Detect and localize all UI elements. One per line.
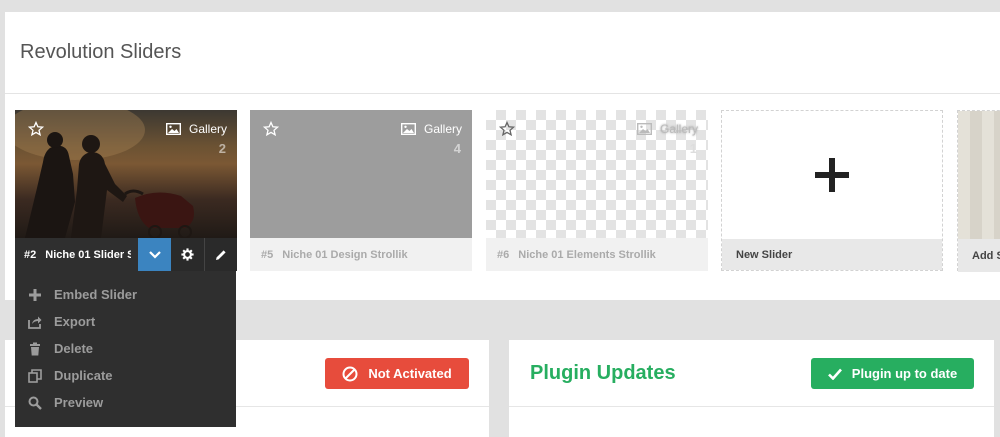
ban-icon xyxy=(342,366,358,381)
slider-actions-menu: Embed Slider Export Delete Duplicate Pre… xyxy=(15,271,236,427)
favorite-star-icon[interactable] xyxy=(499,121,515,137)
slider-tile-6[interactable]: Gallery 1 #6 Niche 01 Elements Strollik xyxy=(486,110,708,271)
menu-item-delete[interactable]: Delete xyxy=(15,335,236,362)
slider-number: #2 xyxy=(24,248,37,261)
image-icon xyxy=(400,123,416,135)
activation-status-label: Not Activated xyxy=(368,366,452,381)
menu-item-label: Duplicate xyxy=(54,368,113,383)
slider-type: Gallery xyxy=(400,122,462,136)
chevron-down-icon xyxy=(148,250,161,259)
page-title: Revolution Sliders xyxy=(20,41,182,63)
add-slider-caption: Add Slider xyxy=(958,239,1000,272)
slide-count: 1 xyxy=(689,141,697,156)
slider-thumbnail[interactable]: Gallery 2 xyxy=(15,110,237,238)
slide-count: 2 xyxy=(218,141,226,156)
menu-item-label: Delete xyxy=(54,341,94,356)
slider-edit-button[interactable] xyxy=(204,238,237,271)
slider-menu-toggle-button[interactable] xyxy=(138,238,171,271)
slider-tile-2[interactable]: Gallery 2 #2 Niche 01 Slider Strollik xyxy=(15,110,237,271)
slider-settings-button[interactable] xyxy=(171,238,204,271)
slider-type-label: Gallery xyxy=(423,122,462,136)
title-bar: Revolution Sliders xyxy=(5,12,1000,94)
slider-name: Niche 01 Elements Strollik xyxy=(518,248,656,261)
duplicate-icon xyxy=(28,368,42,383)
add-slider-tile[interactable]: Add Slider xyxy=(957,110,1000,272)
slider-caption: #2 Niche 01 Slider Strollik xyxy=(15,238,237,271)
gear-icon xyxy=(181,248,194,261)
update-status-label: Plugin up to date xyxy=(851,366,958,381)
slider-type-label: Gallery xyxy=(659,122,698,136)
trash-icon xyxy=(30,342,40,355)
panel-divider xyxy=(509,406,994,407)
menu-item-preview[interactable]: Preview xyxy=(15,389,236,416)
plus-icon xyxy=(815,158,849,192)
favorite-star-icon[interactable] xyxy=(263,121,279,137)
new-slider-label: New Slider xyxy=(736,248,793,261)
checkmark-icon xyxy=(827,368,842,380)
add-slider-thumbnail[interactable] xyxy=(958,111,1000,239)
image-icon xyxy=(636,123,652,135)
search-icon xyxy=(28,396,42,410)
slider-type: Gallery xyxy=(165,122,227,136)
slider-type-label: Gallery xyxy=(188,122,227,136)
favorite-star-icon[interactable] xyxy=(28,121,44,137)
new-slider-tile[interactable]: New Slider xyxy=(721,110,943,271)
slider-name: Niche 01 Design Strollik xyxy=(282,248,408,261)
menu-item-label: Export xyxy=(54,314,96,329)
slide-count: 4 xyxy=(453,141,461,156)
plus-icon xyxy=(29,288,41,301)
menu-item-label: Embed Slider xyxy=(54,287,138,302)
slider-tile-5[interactable]: Gallery 4 #5 Niche 01 Design Strollik xyxy=(250,110,472,271)
plugin-updates-title: Plugin Updates xyxy=(530,362,676,384)
plugin-updates-panel: Plugin Updates Plugin up to date xyxy=(509,340,994,437)
menu-item-export[interactable]: Export xyxy=(15,308,236,335)
new-slider-caption: New Slider xyxy=(722,239,942,270)
new-slider-area[interactable] xyxy=(722,111,942,239)
menu-item-duplicate[interactable]: Duplicate xyxy=(15,362,236,389)
slider-thumbnail[interactable]: Gallery 4 xyxy=(250,110,472,238)
menu-item-label: Preview xyxy=(54,395,104,410)
sliders-panel: Revolution Sliders Gallery 2 #2 Niche 01… xyxy=(5,12,1000,300)
slider-caption: #6 Niche 01 Elements Strollik xyxy=(486,238,708,271)
slider-number: #5 xyxy=(261,248,274,261)
slider-caption: #5 Niche 01 Design Strollik xyxy=(250,238,472,271)
plugin-up-to-date-badge[interactable]: Plugin up to date xyxy=(811,358,974,389)
not-activated-badge[interactable]: Not Activated xyxy=(325,358,469,389)
menu-item-embed-slider[interactable]: Embed Slider xyxy=(15,281,236,308)
image-icon xyxy=(165,123,181,135)
slider-name: Niche 01 Slider Strollik xyxy=(45,248,132,261)
add-slider-label: Add Slider xyxy=(972,249,1000,262)
share-icon xyxy=(28,316,42,329)
slider-thumbnail[interactable]: Gallery 1 xyxy=(486,110,708,238)
pencil-icon xyxy=(216,249,226,260)
slider-type: Gallery xyxy=(636,122,698,136)
slider-number: #6 xyxy=(497,248,510,261)
slider-grid: Gallery 2 #2 Niche 01 Slider Strollik xyxy=(5,95,1000,300)
